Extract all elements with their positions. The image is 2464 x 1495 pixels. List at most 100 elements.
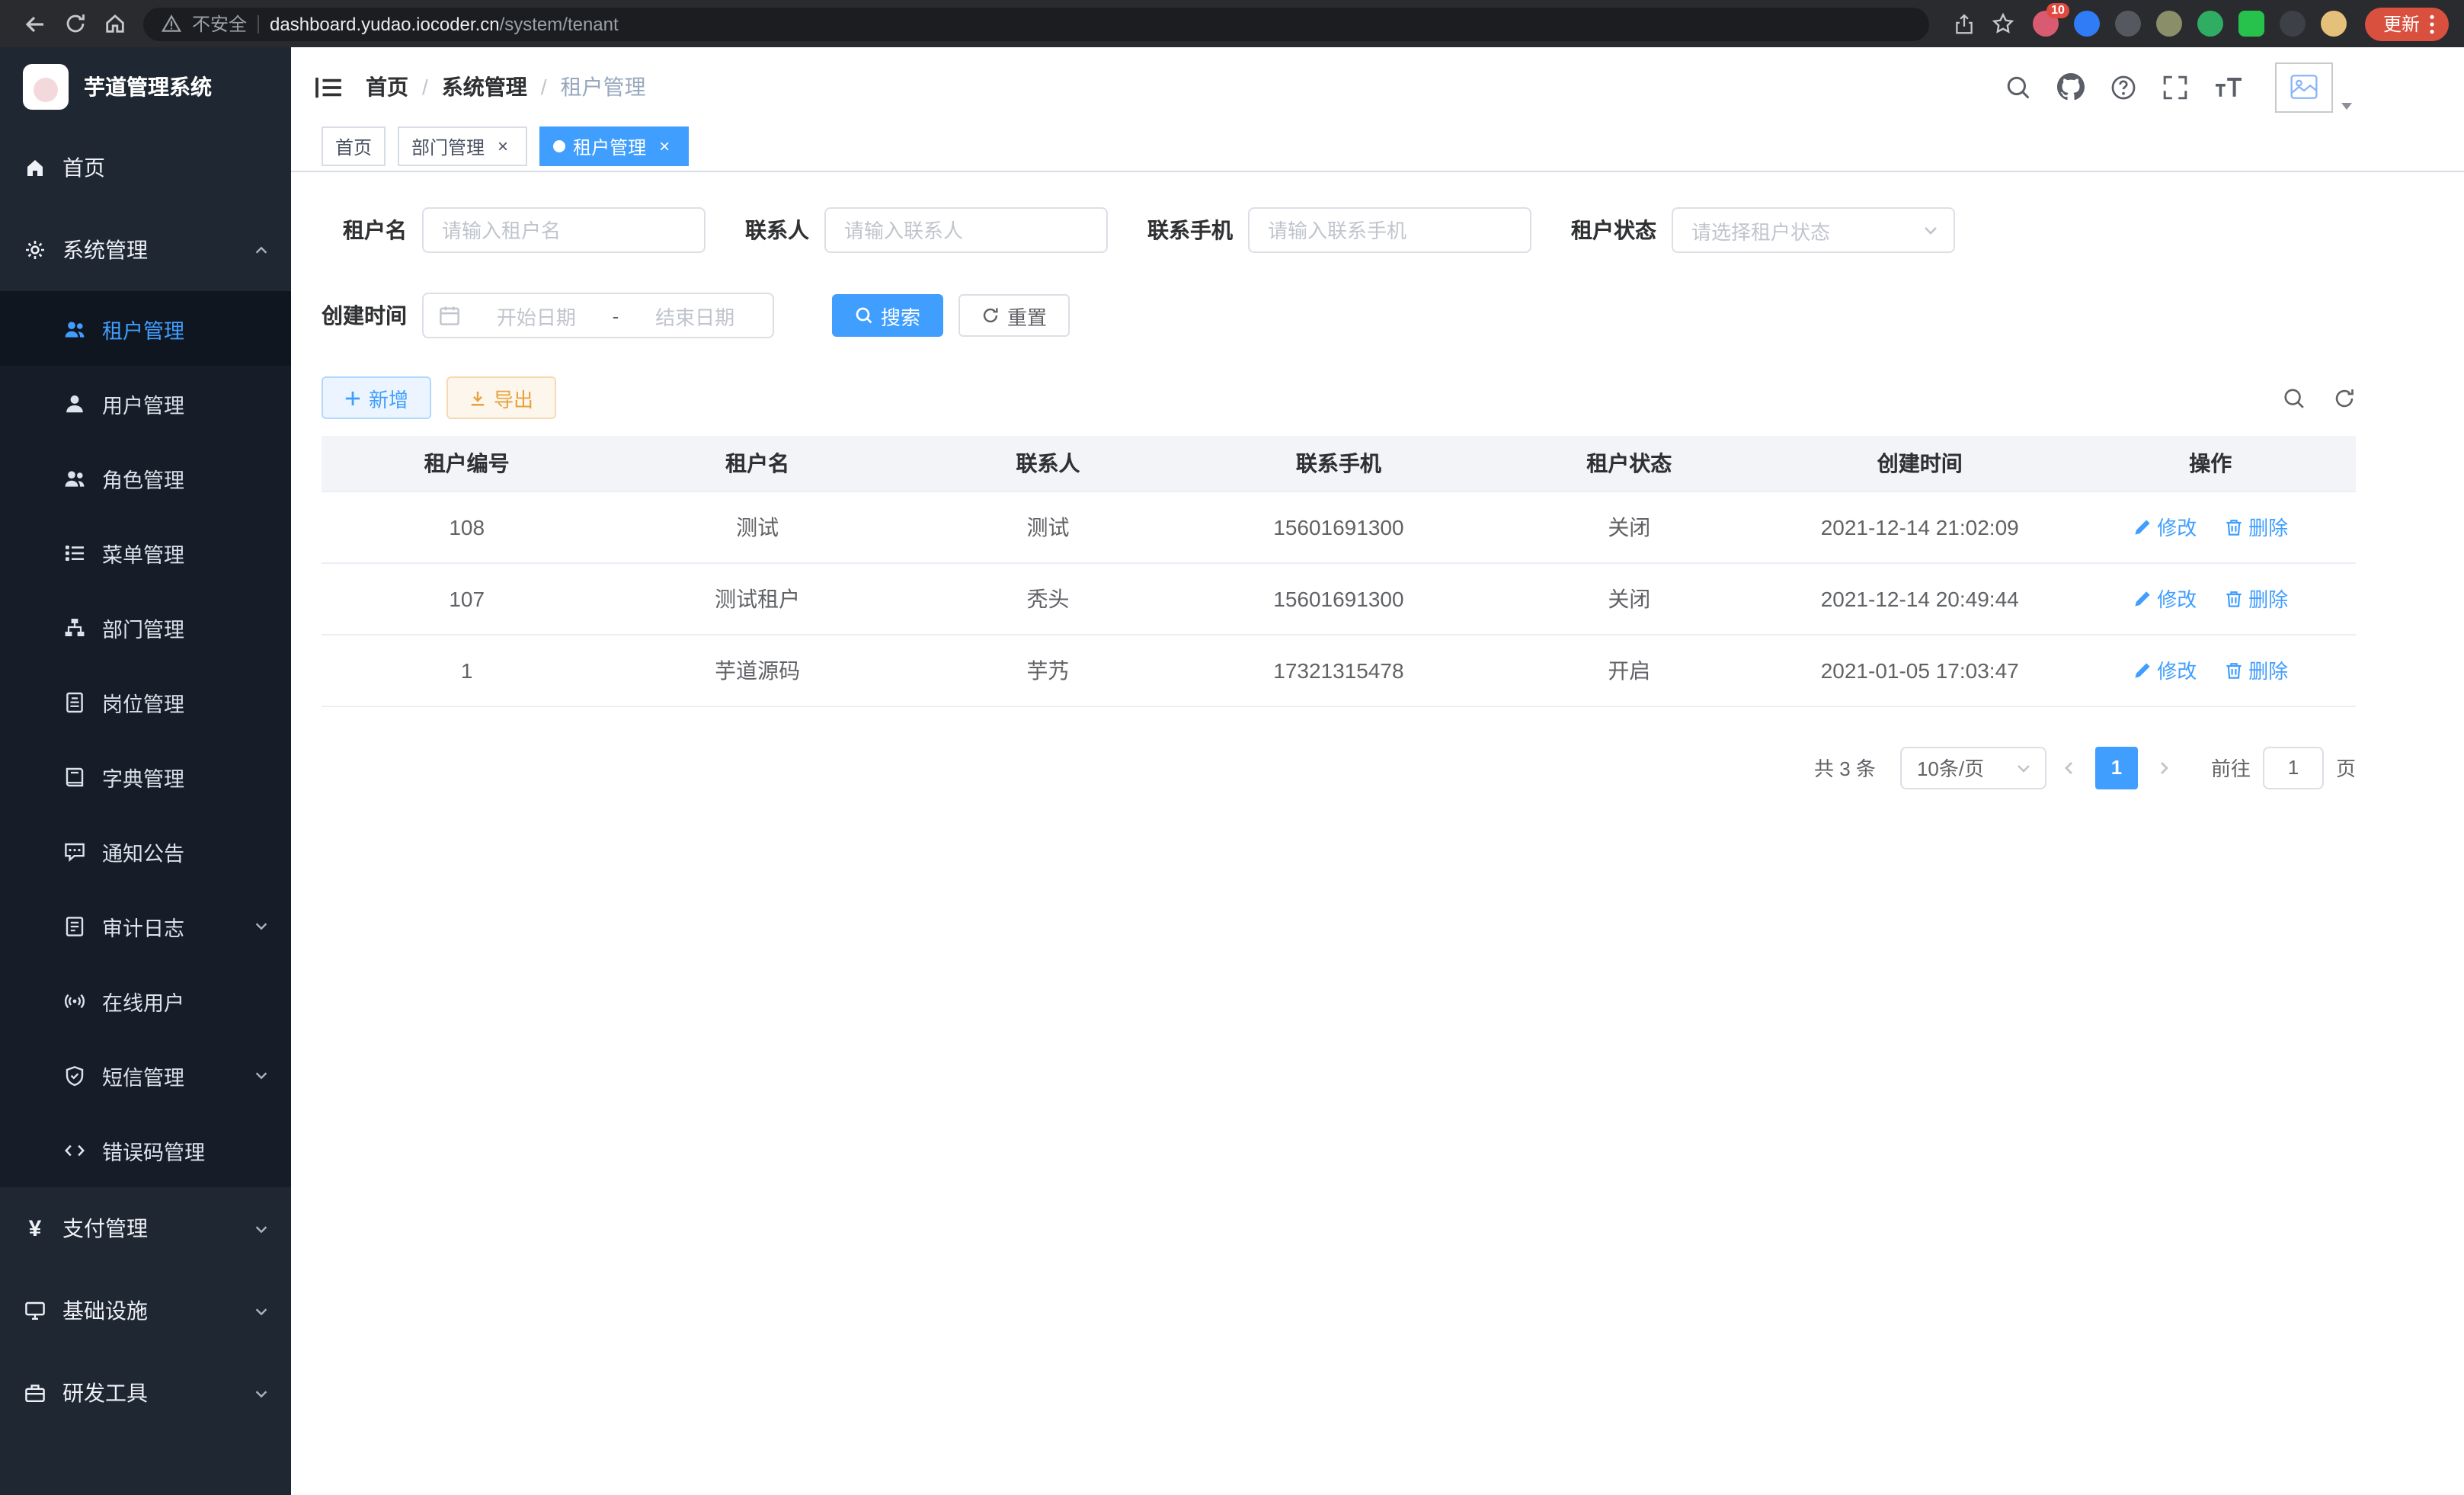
cell-created: 2021-01-05 17:03:47: [1774, 634, 2065, 706]
sidebar-item-audit-log[interactable]: 审计日志: [0, 888, 291, 963]
edit-link[interactable]: 修改: [2133, 512, 2197, 541]
logo-row[interactable]: 芋道管理系统: [0, 47, 291, 126]
font-size-icon[interactable]: [2214, 75, 2243, 98]
reset-button[interactable]: 重置: [958, 294, 1070, 337]
sidebar-item-system[interactable]: 系统管理: [0, 209, 291, 291]
tab-dept[interactable]: 部门管理 ×: [398, 126, 527, 166]
extension-icon-2[interactable]: [2074, 11, 2100, 37]
user-icon: [64, 392, 85, 414]
sidebar-item-notice[interactable]: 通知公告: [0, 814, 291, 888]
bookmark-star-icon[interactable]: [1984, 4, 2024, 43]
sidebar-item-dict[interactable]: 字典管理: [0, 739, 291, 814]
address-bar[interactable]: 不安全 dashboard.yudao.iocoder.cn/system/te…: [143, 7, 1929, 40]
extension-icon-6[interactable]: [2238, 11, 2264, 37]
delete-link[interactable]: 删除: [2224, 512, 2288, 541]
sidebar-item-online-user[interactable]: 在线用户: [0, 963, 291, 1038]
security-warning-icon: [162, 14, 181, 34]
menu-list-icon: [64, 542, 85, 563]
home-icon[interactable]: [94, 4, 134, 43]
table-row: 108 测试 测试 15601691300 关闭 2021-12-14 21:0…: [322, 491, 2356, 562]
extension-icon-7[interactable]: [2280, 11, 2306, 37]
search-button-label: 搜索: [881, 301, 920, 330]
sidebar-item-sms[interactable]: 短信管理: [0, 1038, 291, 1112]
extension-icon-4[interactable]: [2156, 11, 2182, 37]
menu-label: 用户管理: [102, 388, 184, 418]
export-button[interactable]: 导出: [446, 376, 556, 419]
col-header-id: 租户编号: [322, 436, 612, 491]
breadcrumb-separator: /: [541, 75, 547, 99]
user-avatar[interactable]: [2275, 62, 2333, 112]
url-path: /system/tenant: [500, 13, 619, 34]
update-button[interactable]: 更新: [2365, 7, 2449, 40]
menu-label: 字典管理: [102, 761, 184, 792]
profile-avatar[interactable]: [2321, 11, 2347, 37]
sidebar-item-post[interactable]: 岗位管理: [0, 664, 291, 739]
navbar-search-icon[interactable]: [2005, 74, 2031, 100]
help-icon[interactable]: [2110, 74, 2136, 100]
col-header-contact: 联系人: [903, 436, 1193, 491]
table-header-row: 租户编号 租户名 联系人 联系手机 租户状态 创建时间 操作: [322, 436, 2356, 491]
date-separator: -: [613, 304, 619, 327]
navbar-actions: [2005, 62, 2354, 112]
extension-icon-1[interactable]: 10: [2033, 11, 2059, 37]
sidebar-item-infra[interactable]: 基础设施: [0, 1269, 291, 1352]
sidebar-item-devtools[interactable]: 研发工具: [0, 1352, 291, 1434]
filter-create-time: 创建时间 开始日期 - 结束日期: [322, 293, 774, 338]
status-select[interactable]: 请选择租户状态: [1672, 207, 1955, 253]
breadcrumb-system[interactable]: 系统管理: [442, 72, 527, 102]
sidebar-item-dept[interactable]: 部门管理: [0, 590, 291, 664]
table-row: 107 测试租户 秃头 15601691300 关闭 2021-12-14 20…: [322, 562, 2356, 634]
tab-label: 租户管理: [573, 133, 646, 159]
cell-actions: 修改 删除: [2065, 634, 2356, 706]
date-range-picker[interactable]: 开始日期 - 结束日期: [422, 293, 774, 338]
fullscreen-icon[interactable]: [2162, 74, 2188, 100]
delete-link[interactable]: 删除: [2224, 584, 2288, 613]
sidebar-item-tenant[interactable]: 租户管理: [0, 291, 291, 366]
chevron-down-icon: [253, 1385, 270, 1401]
close-icon[interactable]: ×: [654, 136, 675, 157]
menu-label: 岗位管理: [102, 687, 184, 717]
extension-icon-5[interactable]: [2197, 11, 2223, 37]
security-label[interactable]: 不安全: [192, 11, 247, 37]
tab-tenant[interactable]: 租户管理 ×: [539, 126, 689, 166]
menu-label: 在线用户: [102, 985, 184, 1016]
edit-icon: [2133, 589, 2151, 607]
extension-icon-3[interactable]: [2115, 11, 2141, 37]
sidebar-item-payment[interactable]: ¥ 支付管理: [0, 1187, 291, 1269]
tenant-name-input[interactable]: [422, 207, 706, 253]
delete-link[interactable]: 删除: [2224, 655, 2288, 684]
menu-label: 通知公告: [102, 836, 184, 866]
add-button[interactable]: 新增: [322, 376, 431, 419]
edit-link[interactable]: 修改: [2133, 584, 2197, 613]
phone-input[interactable]: [1248, 207, 1531, 253]
search-button[interactable]: 搜索: [832, 294, 943, 337]
sidebar-item-home[interactable]: 首页: [0, 126, 291, 209]
sidebar-item-user[interactable]: 用户管理: [0, 366, 291, 440]
navbar: 首页 / 系统管理 / 租户管理: [291, 47, 2464, 126]
close-icon[interactable]: ×: [492, 136, 514, 157]
sidebar-item-menu[interactable]: 菜单管理: [0, 515, 291, 590]
tab-home[interactable]: 首页: [322, 126, 386, 166]
goto-page-input[interactable]: [2263, 746, 2324, 789]
github-icon[interactable]: [2057, 73, 2085, 101]
user-menu[interactable]: [2275, 62, 2354, 112]
back-icon[interactable]: [15, 4, 55, 43]
contact-input[interactable]: [824, 207, 1108, 253]
collapse-sidebar-icon[interactable]: [315, 75, 341, 98]
page-number-button[interactable]: 1: [2095, 746, 2138, 789]
refresh-icon[interactable]: [2333, 386, 2356, 409]
filter-row-1: 租户名 联系人 联系手机 租户状态 请选择租户状态: [322, 207, 2356, 253]
prev-page-button[interactable]: [2046, 758, 2092, 776]
next-page-button[interactable]: [2141, 758, 2187, 776]
breadcrumb-home[interactable]: 首页: [366, 72, 408, 102]
edit-link[interactable]: 修改: [2133, 655, 2197, 684]
reload-icon[interactable]: [55, 4, 94, 43]
caret-down-icon: [2339, 97, 2354, 112]
share-icon[interactable]: [1944, 4, 1984, 43]
search-toggle-icon[interactable]: [2283, 386, 2306, 409]
sidebar-item-error-code[interactable]: 错误码管理: [0, 1112, 291, 1187]
page-unit-label: 页: [2336, 753, 2356, 782]
col-header-actions: 操作: [2065, 436, 2356, 491]
page-size-select[interactable]: 10条/页: [1900, 746, 2046, 789]
sidebar-item-role[interactable]: 角色管理: [0, 440, 291, 515]
